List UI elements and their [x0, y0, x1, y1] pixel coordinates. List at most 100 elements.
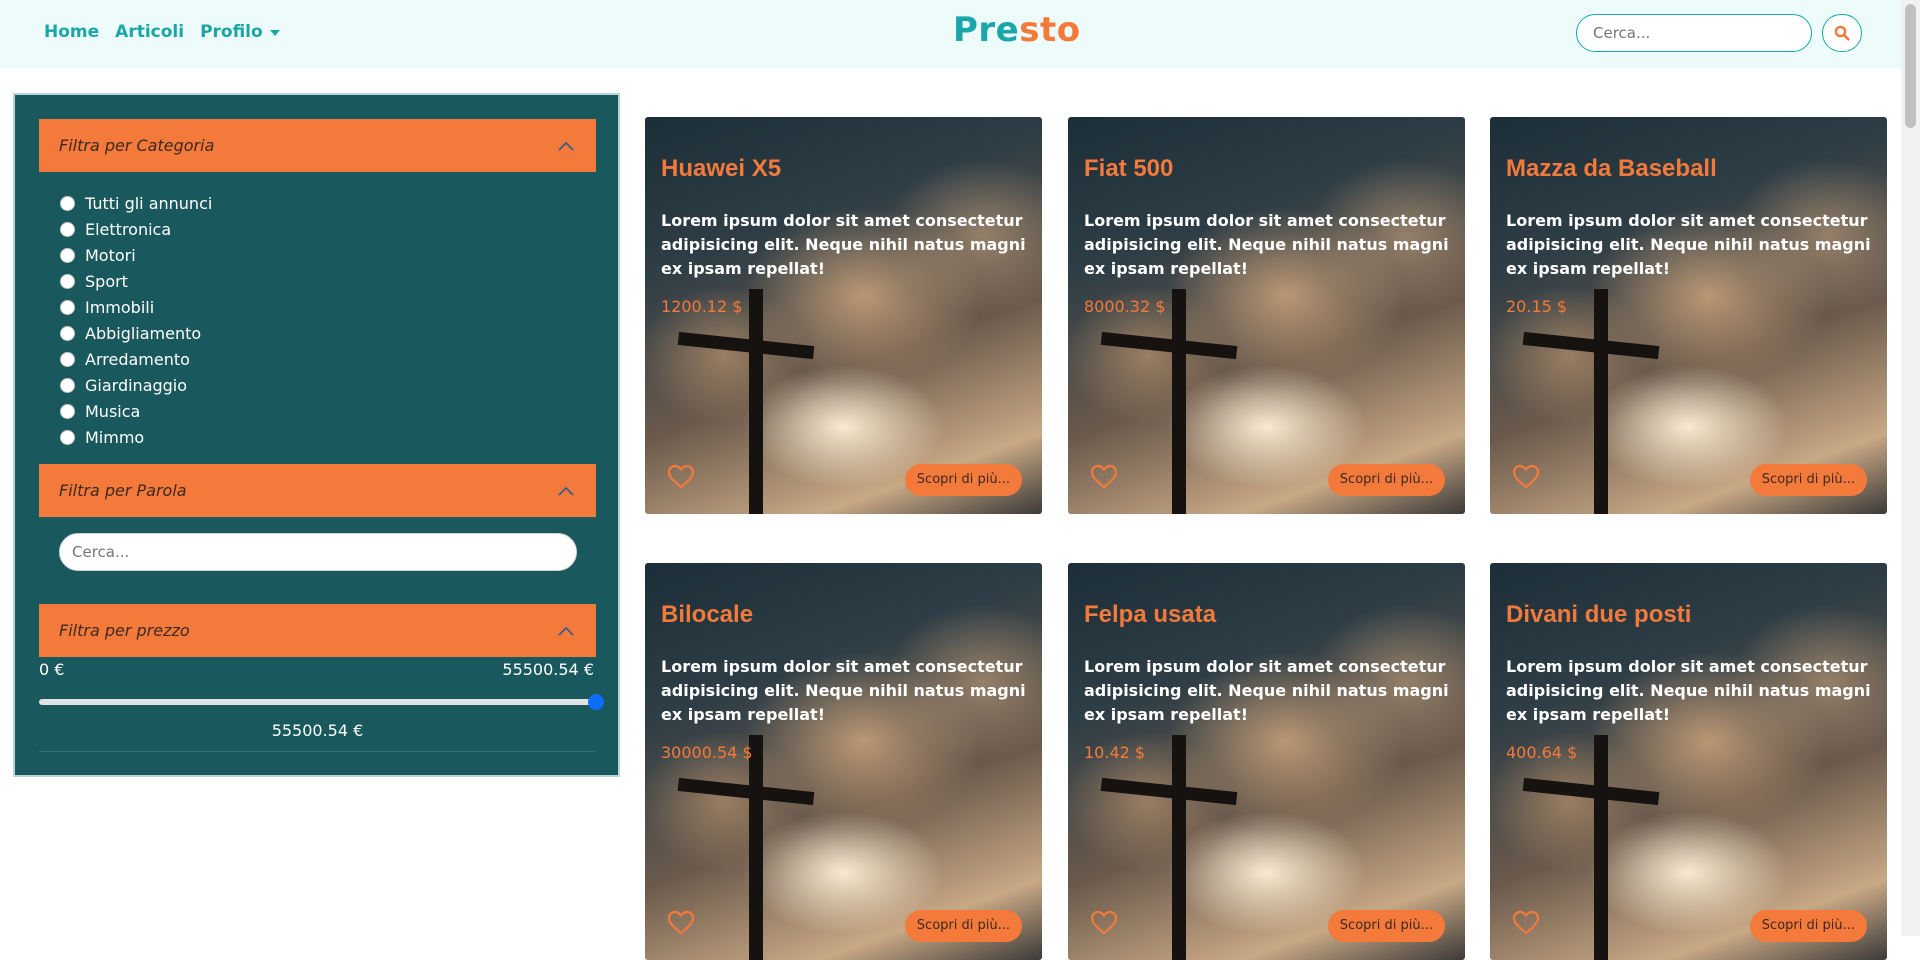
card-price: 8000.32 $ [1084, 297, 1166, 316]
card-image-cross [749, 289, 763, 514]
discover-more-button[interactable]: Scopri di più... [904, 910, 1022, 942]
heart-icon[interactable] [1090, 910, 1118, 936]
category-option-giardinaggio[interactable]: Giardinaggio [60, 372, 212, 398]
word-filter-title: Filtra per Parola [59, 481, 187, 500]
heart-icon[interactable] [1512, 464, 1540, 490]
card-price: 400.64 $ [1506, 743, 1578, 762]
word-filter-header[interactable]: Filtra per Parola [39, 464, 596, 517]
card-title: Fiat 500 [1084, 155, 1174, 182]
discover-more-button[interactable]: Scopri di più... [1749, 910, 1867, 942]
category-option-tutti[interactable]: Tutti gli annunci [60, 190, 212, 216]
price-slider-thumb[interactable] [588, 694, 604, 710]
category-label: Arredamento [85, 349, 190, 369]
category-label: Musica [85, 401, 141, 421]
price-min-label: 0 € [39, 660, 65, 679]
card-image-cross-bar [677, 331, 815, 360]
product-card: Fiat 500 Lorem ipsum dolor sit amet cons… [1068, 117, 1465, 514]
card-image-cross [1594, 735, 1608, 960]
card-description: Lorem ipsum dolor sit amet consectetur a… [661, 657, 1026, 724]
discover-more-button[interactable]: Scopri di più... [1327, 910, 1445, 942]
radio-button[interactable] [60, 325, 75, 341]
chevron-up-icon [558, 141, 574, 151]
category-label: Immobili [85, 297, 155, 317]
discover-more-button[interactable]: Scopri di più... [904, 464, 1022, 496]
category-label: Abbigliamento [85, 323, 202, 343]
radio-button[interactable] [60, 221, 75, 237]
card-image-cross [1172, 735, 1186, 960]
word-filter-input[interactable] [59, 533, 577, 571]
radio-button[interactable] [60, 195, 75, 211]
category-option-abbigliamento[interactable]: Abbigliamento [60, 320, 212, 346]
nav-link-articoli[interactable]: Articoli [115, 22, 184, 42]
heart-icon[interactable] [667, 910, 695, 936]
card-price: 10.42 $ [1084, 743, 1146, 762]
navbar: Home Articoli Profilo Presto [0, 0, 1901, 68]
radio-button[interactable] [60, 351, 75, 367]
discover-more-button[interactable]: Scopri di più... [1749, 464, 1867, 496]
navbar-search-input[interactable] [1576, 14, 1812, 52]
price-range-slider[interactable] [39, 694, 604, 710]
card-image-cross [1594, 289, 1608, 514]
radio-button[interactable] [60, 403, 75, 419]
card-description: Lorem ipsum dolor sit amet consectetur a… [1506, 657, 1871, 724]
category-option-elettronica[interactable]: Elettronica [60, 216, 212, 242]
price-max-label: 55500.54 € [502, 660, 594, 679]
heart-icon[interactable] [1090, 464, 1118, 490]
radio-button[interactable] [60, 429, 75, 445]
caret-down-icon [269, 30, 280, 36]
sidebar-divider [39, 751, 596, 752]
product-card: Huawei X5 Lorem ipsum dolor sit amet con… [645, 117, 1042, 514]
price-filter-title: Filtra per prezzo [59, 621, 190, 640]
card-image-cross-bar [1522, 777, 1660, 806]
card-image-cross [749, 735, 763, 960]
nav-dropdown-profilo[interactable]: Profilo [200, 22, 280, 42]
category-option-immobili[interactable]: Immobili [60, 294, 212, 320]
nav-link-home[interactable]: Home [44, 22, 99, 42]
category-label: Giardinaggio [85, 375, 188, 395]
heart-icon[interactable] [667, 464, 695, 490]
nav-links: Home Articoli Profilo [44, 0, 280, 64]
navbar-search-button[interactable] [1822, 14, 1862, 52]
category-option-mimmo[interactable]: Mimmo [60, 424, 212, 450]
card-image-cross-bar [1100, 777, 1238, 806]
card-price: 1200.12 $ [661, 297, 743, 316]
radio-button[interactable] [60, 299, 75, 315]
card-image-cross-bar [1522, 331, 1660, 360]
category-option-sport[interactable]: Sport [60, 268, 212, 294]
category-filter-title: Filtra per Categoria [59, 136, 215, 155]
card-title: Felpa usata [1084, 601, 1217, 628]
brand-logo[interactable]: Presto [953, 10, 1081, 50]
price-filter-header[interactable]: Filtra per prezzo [39, 604, 596, 657]
heart-icon[interactable] [1512, 910, 1540, 936]
card-image-cross-bar [1100, 331, 1238, 360]
scrollbar-thumb[interactable] [1905, 4, 1916, 128]
category-option-musica[interactable]: Musica [60, 398, 212, 424]
card-description: Lorem ipsum dolor sit amet consectetur a… [1084, 211, 1449, 278]
category-label: Tutti gli annunci [85, 193, 213, 213]
card-description: Lorem ipsum dolor sit amet consectetur a… [661, 211, 1026, 278]
chevron-up-icon [558, 626, 574, 636]
category-option-motori[interactable]: Motori [60, 242, 212, 268]
card-description: Lorem ipsum dolor sit amet consectetur a… [1084, 657, 1449, 724]
brand-part-2: sto [1019, 10, 1081, 50]
radio-button[interactable] [60, 377, 75, 393]
radio-button[interactable] [60, 247, 75, 263]
card-title: Mazza da Baseball [1506, 155, 1717, 182]
category-label: Motori [85, 245, 136, 265]
product-card: Bilocale Lorem ipsum dolor sit amet cons… [645, 563, 1042, 960]
page-scrollbar[interactable] [1901, 0, 1920, 936]
search-icon [1834, 25, 1850, 41]
card-image-cross-bar [677, 777, 815, 806]
category-option-arredamento[interactable]: Arredamento [60, 346, 212, 372]
filter-sidebar: Filtra per Categoria Tutti gli annunci E… [13, 93, 620, 777]
card-price: 20.15 $ [1506, 297, 1568, 316]
price-current-value: 55500.54 € [271, 721, 364, 740]
discover-more-button[interactable]: Scopri di più... [1327, 464, 1445, 496]
category-filter-header[interactable]: Filtra per Categoria [39, 119, 596, 172]
nav-dropdown-label: Profilo [200, 22, 263, 42]
category-label: Elettronica [85, 219, 172, 239]
card-title: Huawei X5 [661, 155, 782, 182]
radio-button[interactable] [60, 273, 75, 289]
card-title: Bilocale [661, 601, 754, 628]
card-price: 30000.54 $ [661, 743, 753, 762]
